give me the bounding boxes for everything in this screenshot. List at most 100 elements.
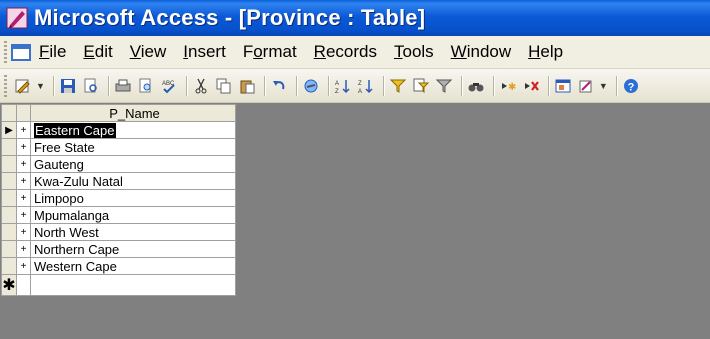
filter-by-form-icon[interactable] xyxy=(411,76,431,96)
insert-hyperlink-icon[interactable] xyxy=(301,76,321,96)
cell-p-name[interactable]: Kwa-Zulu Natal xyxy=(30,172,236,190)
print-preview-icon[interactable] xyxy=(136,76,156,96)
expand-row-icon[interactable]: + xyxy=(16,257,31,275)
expand-row-icon[interactable]: + xyxy=(16,240,31,258)
save-icon[interactable] xyxy=(58,76,78,96)
new-record-expand-cell xyxy=(16,274,31,296)
svg-text:Z: Z xyxy=(335,89,339,94)
menu-help[interactable]: Help xyxy=(528,42,563,62)
help-icon[interactable]: ? xyxy=(621,76,641,96)
toolbar-separator xyxy=(492,75,494,96)
design-view-icon[interactable] xyxy=(13,76,33,96)
cut-icon[interactable] xyxy=(191,76,211,96)
copy-icon[interactable] xyxy=(214,76,234,96)
sort-descending-icon[interactable]: ZA xyxy=(356,76,376,96)
row-selector[interactable] xyxy=(1,172,17,190)
view-dropdown-icon[interactable]: ▼ xyxy=(36,81,45,91)
sort-ascending-icon[interactable]: AZ xyxy=(333,76,353,96)
table-row[interactable]: + Gauteng xyxy=(1,155,236,173)
menu-window[interactable]: Window xyxy=(451,42,511,62)
database-window-icon[interactable] xyxy=(553,76,573,96)
search-file-icon[interactable] xyxy=(81,76,101,96)
menubar-grip[interactable] xyxy=(4,41,7,63)
cell-p-name[interactable]: Free State xyxy=(30,138,236,156)
cell-p-name[interactable]: Limpopo xyxy=(30,189,236,207)
cell-p-name[interactable]: Mpumalanga xyxy=(30,206,236,224)
table-row[interactable]: + Mpumalanga xyxy=(1,206,236,224)
expand-row-icon[interactable]: + xyxy=(16,189,31,207)
select-all-cell[interactable] xyxy=(1,104,17,122)
new-object-dropdown-icon[interactable]: ▼ xyxy=(599,81,608,91)
row-selector[interactable] xyxy=(1,155,17,173)
datasheet-area: P_Name ▶ + Eastern Cape + Free State + G… xyxy=(0,103,710,339)
apply-filter-icon[interactable] xyxy=(434,76,454,96)
toolbar-separator xyxy=(382,75,384,96)
toolbar-separator xyxy=(615,75,617,96)
row-selector[interactable] xyxy=(1,138,17,156)
document-icon[interactable] xyxy=(11,43,31,61)
toolbar: ▼ ABC AZ ZA ✱ ▼ ? xyxy=(0,69,710,103)
row-selector[interactable] xyxy=(1,206,17,224)
menu-file[interactable]: File xyxy=(39,42,66,62)
access-app-icon[interactable] xyxy=(6,7,28,29)
row-selector[interactable] xyxy=(1,189,17,207)
row-selector[interactable] xyxy=(1,240,17,258)
new-object-icon[interactable] xyxy=(576,76,596,96)
expand-row-icon[interactable]: + xyxy=(16,121,31,139)
toolbar-separator xyxy=(327,75,329,96)
table-row[interactable]: + Kwa-Zulu Natal xyxy=(1,172,236,190)
expand-row-icon[interactable]: + xyxy=(16,206,31,224)
expand-row-icon[interactable]: + xyxy=(16,138,31,156)
new-record-indicator[interactable]: ✱ xyxy=(1,274,17,296)
toolbar-separator xyxy=(295,75,297,96)
menu-records[interactable]: Records xyxy=(314,42,377,62)
toolbar-separator xyxy=(460,75,462,96)
menu-insert[interactable]: Insert xyxy=(183,42,226,62)
cell-p-name[interactable]: Gauteng xyxy=(30,155,236,173)
toolbar-separator xyxy=(185,75,187,96)
print-icon[interactable] xyxy=(113,76,133,96)
menu-bar: File Edit View Insert Format Records Too… xyxy=(0,36,710,69)
table-row[interactable]: + North West xyxy=(1,223,236,241)
table-row[interactable]: + Northern Cape xyxy=(1,240,236,258)
menu-format[interactable]: Format xyxy=(243,42,297,62)
expand-row-icon[interactable]: + xyxy=(16,223,31,241)
title-bar: Microsoft Access - [Province : Table] xyxy=(0,0,710,36)
svg-text:?: ? xyxy=(627,81,634,93)
column-header-p-name[interactable]: P_Name xyxy=(30,104,236,122)
cell-p-name[interactable]: North West xyxy=(30,223,236,241)
filter-by-selection-icon[interactable] xyxy=(388,76,408,96)
row-selector[interactable] xyxy=(1,223,17,241)
svg-text:✱: ✱ xyxy=(508,82,516,93)
toolbar-grip[interactable] xyxy=(4,74,7,97)
table-row[interactable]: + Limpopo xyxy=(1,189,236,207)
svg-text:A: A xyxy=(335,81,339,87)
expand-row-icon[interactable]: + xyxy=(16,155,31,173)
toolbar-separator xyxy=(107,75,109,96)
find-icon[interactable] xyxy=(466,76,486,96)
paste-icon[interactable] xyxy=(237,76,257,96)
expand-column-header xyxy=(16,104,31,122)
menu-edit[interactable]: Edit xyxy=(83,42,112,62)
table-row[interactable]: + Free State xyxy=(1,138,236,156)
menu-view[interactable]: View xyxy=(130,42,167,62)
cell-p-name[interactable]: Eastern Cape xyxy=(30,121,236,139)
new-record-row[interactable]: ✱ xyxy=(1,274,236,296)
new-record-cell[interactable] xyxy=(30,274,236,296)
row-selector[interactable] xyxy=(1,257,17,275)
delete-record-icon[interactable] xyxy=(521,76,541,96)
toolbar-separator xyxy=(547,75,549,96)
current-record-indicator[interactable]: ▶ xyxy=(1,121,17,139)
spelling-icon[interactable]: ABC xyxy=(159,76,179,96)
table-row[interactable]: ▶ + Eastern Cape xyxy=(1,121,236,139)
window-title: Microsoft Access - [Province : Table] xyxy=(34,5,426,30)
datasheet-grid: P_Name ▶ + Eastern Cape + Free State + G… xyxy=(1,104,236,296)
new-record-icon[interactable]: ✱ xyxy=(498,76,518,96)
cell-p-name[interactable]: Northern Cape xyxy=(30,240,236,258)
menu-tools[interactable]: Tools xyxy=(394,42,434,62)
expand-row-icon[interactable]: + xyxy=(16,172,31,190)
table-row[interactable]: + Western Cape xyxy=(1,257,236,275)
cell-p-name[interactable]: Western Cape xyxy=(30,257,236,275)
svg-text:A: A xyxy=(358,89,362,94)
undo-icon[interactable] xyxy=(269,76,289,96)
